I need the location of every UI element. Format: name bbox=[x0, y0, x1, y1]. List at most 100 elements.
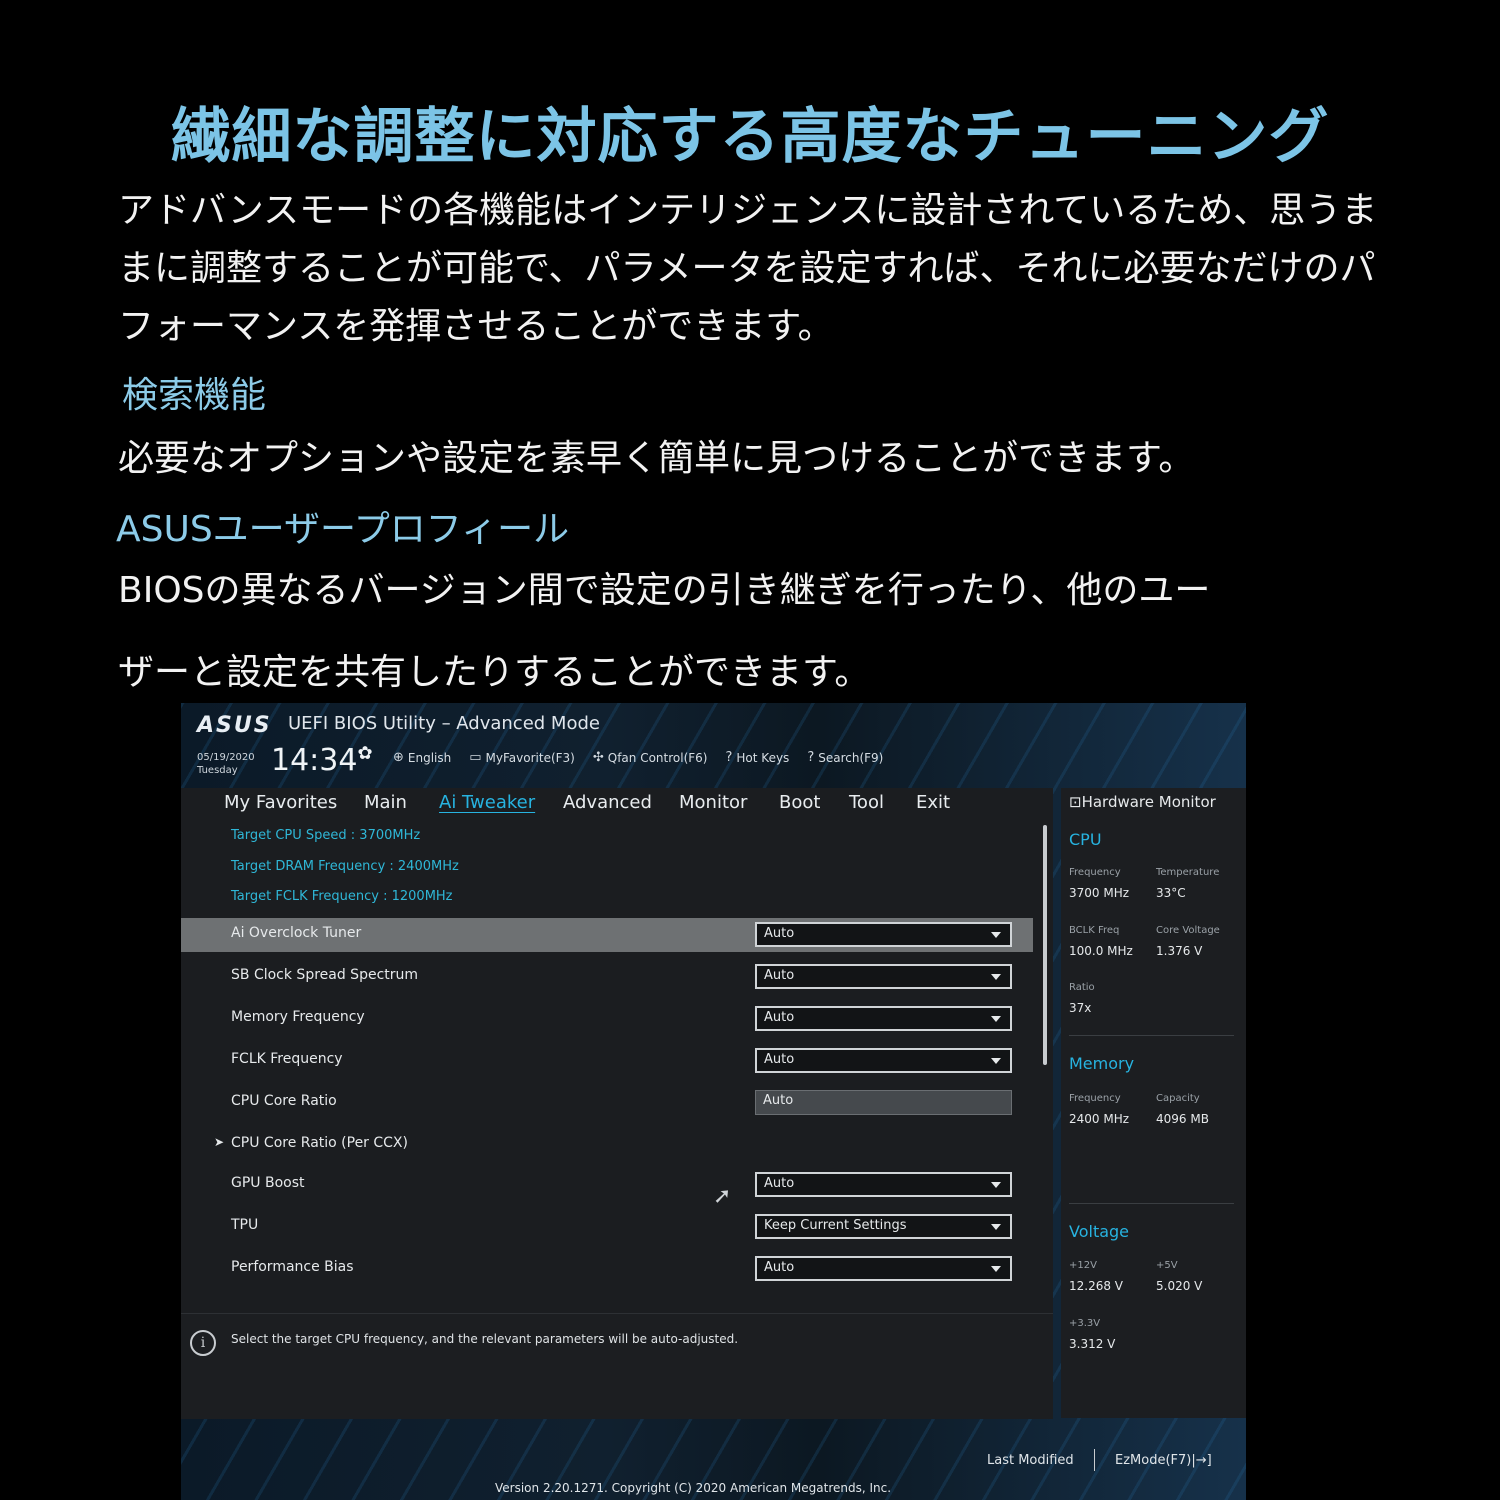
setting-row-sb-clock-spread[interactable]: SB Clock Spread Spectrum Auto bbox=[181, 960, 1033, 994]
setting-label: Performance Bias bbox=[231, 1259, 354, 1275]
hw-key: Capacity bbox=[1156, 1093, 1200, 1104]
time-text: 14:34 bbox=[271, 743, 358, 778]
bios-screenshot: ASUS UEFI BIOS Utility – Advanced Mode 0… bbox=[181, 703, 1246, 1500]
tab-tool[interactable]: Tool bbox=[849, 792, 884, 813]
setting-row-cpu-core-ratio[interactable]: CPU Core Ratio Auto bbox=[181, 1086, 1033, 1120]
last-modified-button[interactable]: Last Modified bbox=[987, 1453, 1074, 1468]
hw-key: +5V bbox=[1156, 1260, 1178, 1271]
day-text: Tuesday bbox=[197, 765, 238, 776]
setting-row-fclk-frequency[interactable]: FCLK Frequency Auto bbox=[181, 1044, 1033, 1078]
cpu-core-ratio-field[interactable]: Auto bbox=[755, 1090, 1012, 1115]
toolbar-qfan[interactable]: ✣ Qfan Control(F6) bbox=[593, 750, 708, 765]
version-text: Version 2.20.1271. Copyright (C) 2020 Am… bbox=[495, 1481, 892, 1495]
settings-scrollbar[interactable] bbox=[1043, 825, 1047, 1065]
select-value: Auto bbox=[764, 968, 795, 983]
search-feature-desc: 必要なオプションや設定を素早く簡単に見つけることができます。 bbox=[118, 438, 1195, 479]
profile-feature-desc-line1: BIOSの異なるバージョン間で設定の引き継ぎを行ったり、他のユー bbox=[118, 570, 1211, 611]
setting-row-ai-overclock-tuner[interactable]: Ai Overclock Tuner Auto bbox=[181, 918, 1033, 952]
gear-icon[interactable]: ✿ bbox=[357, 743, 372, 764]
tab-my-favorites[interactable]: My Favorites bbox=[224, 792, 337, 813]
hw-value: 33°C bbox=[1156, 886, 1186, 900]
chevron-down-icon bbox=[991, 1016, 1001, 1022]
memory-frequency-select[interactable]: Auto bbox=[755, 1006, 1012, 1031]
hw-value: 1.376 V bbox=[1156, 944, 1203, 958]
chevron-down-icon bbox=[991, 974, 1001, 980]
hw-key: Core Voltage bbox=[1156, 925, 1220, 936]
hotkeys-icon: ? bbox=[725, 750, 733, 765]
setting-label: CPU Core Ratio bbox=[231, 1093, 337, 1109]
chevron-down-icon bbox=[991, 1266, 1001, 1272]
search-feature-title: 検索機能 bbox=[122, 375, 267, 416]
select-value: Auto bbox=[764, 926, 795, 941]
bios-title: UEFI BIOS Utility – Advanced Mode bbox=[288, 713, 600, 734]
select-value: Auto bbox=[764, 1260, 795, 1275]
chevron-down-icon bbox=[991, 1058, 1001, 1064]
hw-voltage-title: Voltage bbox=[1069, 1222, 1130, 1241]
tab-boot[interactable]: Boot bbox=[779, 792, 820, 813]
hw-value: 37x bbox=[1069, 1001, 1092, 1015]
toolbar-language[interactable]: ⊕ English bbox=[393, 750, 451, 765]
ai-overclock-tuner-select[interactable]: Auto bbox=[755, 922, 1012, 947]
tpu-select[interactable]: Keep Current Settings bbox=[755, 1214, 1012, 1239]
setting-label: Memory Frequency bbox=[231, 1009, 365, 1025]
tab-main[interactable]: Main bbox=[364, 792, 407, 813]
bios-header: ASUS UEFI BIOS Utility – Advanced Mode 0… bbox=[181, 703, 1246, 788]
favorite-icon: ▭ bbox=[469, 750, 482, 765]
submenu-arrow-icon: ➤ bbox=[214, 1135, 225, 1149]
hw-key: +12V bbox=[1069, 1260, 1097, 1271]
hardware-monitor-title: ⊡Hardware Monitor bbox=[1069, 793, 1216, 811]
setting-label: CPU Core Ratio (Per CCX) bbox=[231, 1135, 408, 1151]
chevron-down-icon bbox=[991, 932, 1001, 938]
setting-row-tpu[interactable]: TPU Keep Current Settings bbox=[181, 1210, 1033, 1244]
bios-date: 05/19/2020 Tuesday bbox=[197, 751, 255, 777]
hw-value: 2400 MHz bbox=[1069, 1112, 1130, 1126]
setting-row-memory-frequency[interactable]: Memory Frequency Auto bbox=[181, 1002, 1033, 1036]
toolbar-hotkeys[interactable]: ? Hot Keys bbox=[726, 750, 790, 765]
sb-clock-spread-select[interactable]: Auto bbox=[755, 964, 1012, 989]
help-pane: i Select the target CPU frequency, and t… bbox=[181, 1313, 1053, 1419]
setting-row-gpu-boost[interactable]: GPU Boost Auto bbox=[181, 1168, 1033, 1202]
toolbar-label: English bbox=[407, 750, 452, 765]
select-value: Auto bbox=[764, 1176, 795, 1191]
tab-advanced[interactable]: Advanced bbox=[563, 792, 652, 813]
toolbar-label: Qfan Control(F6) bbox=[607, 750, 708, 765]
hw-value: 5.020 V bbox=[1156, 1279, 1203, 1293]
setting-label: Ai Overclock Tuner bbox=[231, 925, 362, 941]
ezmode-button[interactable]: EzMode(F7)|→] bbox=[1115, 1453, 1212, 1468]
toolbar-search[interactable]: ? Search(F9) bbox=[807, 750, 883, 765]
monitor-icon: ⊡ bbox=[1069, 793, 1082, 811]
bios-clock[interactable]: 14:34✿ bbox=[271, 743, 373, 778]
page-headline: 繊細な調整に対応する高度なチューニング bbox=[170, 102, 1330, 172]
tab-exit[interactable]: Exit bbox=[916, 792, 950, 813]
profile-feature-title: ASUSユーザープロフィール bbox=[116, 509, 570, 550]
chevron-down-icon bbox=[991, 1182, 1001, 1188]
hw-key: Temperature bbox=[1156, 867, 1220, 878]
hw-memory-title: Memory bbox=[1069, 1054, 1135, 1073]
target-cpu-speed: Target CPU Speed : 3700MHz bbox=[231, 828, 421, 843]
select-value: Auto bbox=[764, 1052, 795, 1067]
hw-key: Frequency bbox=[1069, 867, 1121, 878]
hw-key: BCLK Freq bbox=[1069, 925, 1120, 936]
fan-icon: ✣ bbox=[592, 750, 604, 765]
setting-row-performance-bias[interactable]: Performance Bias Auto bbox=[181, 1252, 1033, 1286]
hw-key: +3.3V bbox=[1069, 1318, 1101, 1329]
hw-value: 4096 MB bbox=[1156, 1112, 1209, 1126]
search-icon: ? bbox=[807, 750, 815, 765]
hw-value: 12.268 V bbox=[1069, 1279, 1124, 1293]
select-value: Keep Current Settings bbox=[764, 1218, 907, 1233]
target-dram-frequency: Target DRAM Frequency : 2400MHz bbox=[231, 859, 459, 874]
tab-ai-tweaker[interactable]: Ai Tweaker bbox=[439, 792, 535, 813]
hw-divider bbox=[1069, 1203, 1234, 1204]
setting-row-cpu-core-ratio-per-ccx[interactable]: ➤ CPU Core Ratio (Per CCX) bbox=[181, 1128, 1033, 1162]
performance-bias-select[interactable]: Auto bbox=[755, 1256, 1012, 1281]
hw-value: 3700 MHz bbox=[1069, 886, 1130, 900]
gpu-boost-select[interactable]: Auto bbox=[755, 1172, 1012, 1197]
fclk-frequency-select[interactable]: Auto bbox=[755, 1048, 1012, 1073]
hw-value: 3.312 V bbox=[1069, 1337, 1116, 1351]
help-text: Select the target CPU frequency, and the… bbox=[231, 1332, 739, 1346]
tab-monitor[interactable]: Monitor bbox=[679, 792, 747, 813]
bios-tabs: My Favorites Main Ai Tweaker Advanced Mo… bbox=[181, 788, 1053, 818]
target-fclk-frequency: Target FCLK Frequency : 1200MHz bbox=[231, 889, 453, 904]
globe-icon: ⊕ bbox=[393, 750, 404, 765]
toolbar-myfavorite[interactable]: ▭ MyFavorite(F3) bbox=[469, 750, 575, 765]
